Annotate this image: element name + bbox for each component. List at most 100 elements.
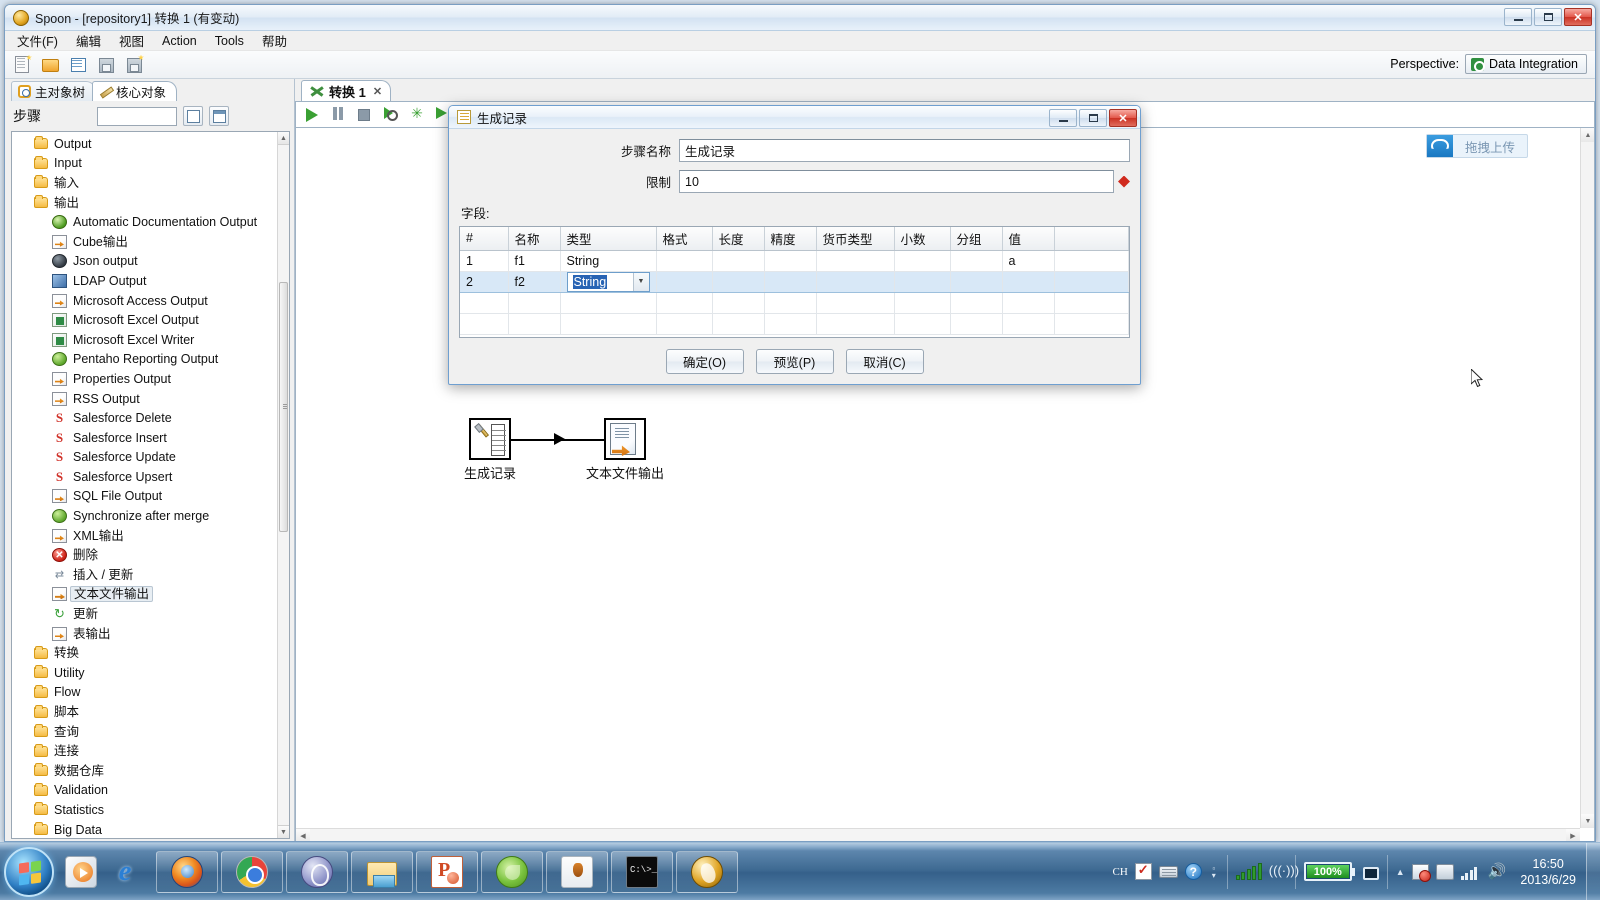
- grid-empty-cell[interactable]: [1002, 313, 1055, 335]
- grid-empty-cell[interactable]: [816, 313, 895, 335]
- tree-scrollbar[interactable]: ▲ ▼: [277, 132, 289, 838]
- grid-cell-currency[interactable]: [816, 250, 895, 272]
- tree-folder-item[interactable]: 数据仓库: [12, 761, 277, 781]
- ok-button[interactable]: 确定(O): [665, 348, 744, 374]
- ime-pen-icon[interactable]: [1134, 862, 1152, 880]
- grid-cell-name[interactable]: f1: [508, 250, 561, 272]
- explore-repository-icon[interactable]: [69, 55, 89, 75]
- grid-cell-decimal[interactable]: [894, 250, 951, 272]
- grid-column-header[interactable]: 类型: [560, 227, 657, 251]
- step-name-input[interactable]: 生成记录: [679, 139, 1130, 162]
- tree-step-item[interactable]: Microsoft Excel Output: [12, 310, 277, 330]
- grid-empty-cell[interactable]: [508, 313, 561, 335]
- grid-empty-cell[interactable]: [460, 313, 509, 335]
- tree-step-item[interactable]: 表输出: [12, 624, 277, 644]
- grid-cell-num[interactable]: 1: [460, 250, 509, 272]
- run-icon[interactable]: [306, 107, 321, 122]
- signal-bars-icon[interactable]: [1460, 864, 1481, 880]
- windows-explorer-icon[interactable]: [351, 850, 413, 893]
- menu-item-help[interactable]: 帮助: [262, 31, 287, 50]
- spoon-alt-icon[interactable]: [286, 850, 348, 893]
- grid-empty-cell[interactable]: [460, 292, 509, 314]
- grid-row[interactable]: 1 f1 String a: [460, 250, 1129, 272]
- tab-main-object-tree[interactable]: 主对象树: [11, 81, 97, 101]
- tree-folder-item[interactable]: Big Data: [12, 820, 277, 838]
- grid-cell-currency[interactable]: [816, 270, 895, 293]
- cancel-button[interactable]: 取消(C): [845, 348, 924, 374]
- tree-step-item[interactable]: Microsoft Access Output: [12, 291, 277, 311]
- save-as-icon[interactable]: [125, 54, 145, 75]
- tree-folder-item[interactable]: Validation: [12, 781, 277, 801]
- tree-step-item[interactable]: Cube输出: [12, 232, 277, 252]
- grid-empty-cell[interactable]: [764, 313, 817, 335]
- power-plug-icon[interactable]: [1359, 864, 1379, 880]
- grid-cell-type[interactable]: String ▼: [560, 270, 657, 293]
- grid-cell-length[interactable]: [712, 250, 765, 272]
- tree-step-item[interactable]: ↻ 更新: [12, 604, 277, 624]
- show-hidden-icons-icon[interactable]: ▲: [1396, 867, 1405, 877]
- drag-upload-widget[interactable]: 拖拽上传: [1425, 134, 1528, 158]
- powerpoint-icon[interactable]: [416, 850, 478, 893]
- tree-step-item[interactable]: Properties Output: [12, 369, 277, 389]
- grid-empty-row[interactable]: [460, 292, 1129, 314]
- keyboard-icon[interactable]: [1158, 865, 1178, 878]
- grid-empty-cell[interactable]: [950, 292, 1003, 314]
- tree-folder-item[interactable]: Flow: [12, 683, 277, 703]
- tree-folder-item[interactable]: 查询: [12, 722, 277, 742]
- canvas-horizontal-scrollbar[interactable]: ◀ ▶: [296, 828, 1580, 841]
- grid-cell-format[interactable]: [656, 250, 713, 272]
- grid-cell-name[interactable]: f2: [508, 270, 561, 293]
- menu-item-tools[interactable]: Tools: [215, 34, 244, 48]
- tree-folder-item[interactable]: 连接: [12, 741, 277, 761]
- tree-step-item[interactable]: S Salesforce Upsert: [12, 467, 277, 487]
- grid-empty-cell[interactable]: [1002, 292, 1055, 314]
- grid-empty-cell[interactable]: [712, 313, 765, 335]
- java-icon[interactable]: [546, 850, 608, 893]
- pause-icon[interactable]: [332, 107, 347, 122]
- tree-folder-item[interactable]: 脚本: [12, 702, 277, 722]
- tree-step-item[interactable]: LDAP Output: [12, 271, 277, 291]
- help-icon[interactable]: ?: [1184, 863, 1202, 880]
- grid-column-header[interactable]: 名称: [508, 227, 561, 251]
- grid-row[interactable]: 2 f2 String ▼: [460, 270, 1129, 293]
- chrome-icon[interactable]: [221, 850, 283, 893]
- collapse-all-icon[interactable]: [209, 106, 229, 126]
- scrollbar-thumb[interactable]: [279, 282, 288, 532]
- tree-folder-item[interactable]: Statistics: [12, 800, 277, 820]
- menu-item-file[interactable]: 文件(F): [17, 31, 58, 50]
- menu-item-edit[interactable]: 编辑: [76, 31, 101, 50]
- tree-step-item[interactable]: ⇄ 插入 / 更新: [12, 565, 277, 585]
- dialog-minimize-button[interactable]: [1049, 109, 1077, 127]
- grid-cell-precision[interactable]: [764, 270, 817, 293]
- spoon-icon[interactable]: [676, 850, 738, 893]
- scroll-down-arrow-icon[interactable]: ▼: [278, 825, 289, 838]
- tree-step-item[interactable]: SQL File Output: [12, 487, 277, 507]
- tree-step-item[interactable]: Json output: [12, 252, 277, 272]
- grid-cell-num[interactable]: 2: [460, 270, 509, 293]
- volume-icon[interactable]: 🔊: [1488, 863, 1507, 880]
- limit-input[interactable]: 10: [679, 170, 1114, 193]
- chevron-down-icon[interactable]: ▼: [632, 272, 649, 291]
- tree-step-item[interactable]: RSS Output: [12, 389, 277, 409]
- windows-start-icon[interactable]: [4, 846, 54, 897]
- grid-empty-cell[interactable]: [950, 313, 1003, 335]
- tree-step-item[interactable]: 文本文件输出: [12, 585, 277, 605]
- grid-empty-cell[interactable]: [894, 292, 951, 314]
- canvas-step-generate-rows[interactable]: 生成记录: [464, 418, 516, 482]
- grid-cell-decimal[interactable]: [894, 270, 951, 293]
- battery-icon[interactable]: 100%: [1303, 862, 1355, 881]
- expand-all-icon[interactable]: [183, 106, 203, 126]
- grid-empty-cell[interactable]: [816, 292, 895, 314]
- tree-step-item[interactable]: Automatic Documentation Output: [12, 212, 277, 232]
- grid-cell-group[interactable]: [950, 270, 1003, 293]
- internet-explorer-icon[interactable]: e: [104, 851, 146, 893]
- tab-transformation-1[interactable]: 转换 1 ✕: [301, 80, 392, 101]
- grid-column-header[interactable]: 格式: [656, 227, 713, 251]
- stop-icon[interactable]: [358, 107, 373, 122]
- action-center-flag-icon[interactable]: [1411, 863, 1431, 882]
- tree-step-item[interactable]: S Salesforce Insert: [12, 428, 277, 448]
- ime-indicator[interactable]: CH: [1113, 866, 1128, 878]
- grid-column-header[interactable]: #: [460, 227, 509, 251]
- wireless-icon[interactable]: (((·))): [1269, 864, 1299, 879]
- new-file-icon[interactable]: [13, 54, 33, 75]
